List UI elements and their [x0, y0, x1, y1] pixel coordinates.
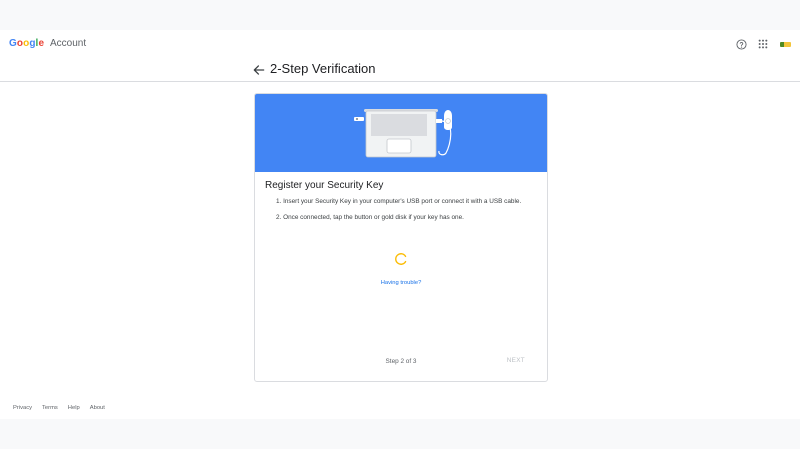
- footer: Privacy Terms Help About: [13, 404, 105, 412]
- usb-port: [436, 119, 442, 123]
- instruction-step: 2. Once connected, tap the button or gol…: [276, 213, 464, 221]
- usb-key-left-port: [356, 118, 358, 120]
- help-icon[interactable]: [734, 37, 748, 51]
- instruction-list: 1. Insert your Security Key in your comp…: [276, 198, 541, 229]
- laptop-keyboard: [371, 114, 427, 136]
- avatar-image: [779, 41, 791, 47]
- google-letter: G: [9, 38, 17, 49]
- google-account-logo[interactable]: Google Account: [9, 37, 86, 50]
- instruction-step: 1. Insert your Security Key in your comp…: [276, 198, 522, 205]
- footer-link-help[interactable]: Help: [68, 404, 80, 412]
- security-key-card: Register your Security Key 1. Insert you…: [254, 93, 548, 382]
- laptop-trackpad: [386, 138, 412, 154]
- card-title: Register your Security Key: [265, 180, 384, 191]
- footer-link-about[interactable]: About: [90, 404, 105, 412]
- page-title: 2-Step Verification: [270, 61, 376, 76]
- google-wordmark: Google: [9, 38, 47, 49]
- footer-link-privacy[interactable]: Privacy: [13, 404, 32, 412]
- top-bar: Google Account: [0, 30, 800, 58]
- having-trouble-link[interactable]: Having trouble?: [255, 279, 547, 287]
- step-indicator: Step 2 of 3: [385, 358, 417, 365]
- security-key: [444, 110, 452, 130]
- hero-banner: [255, 94, 547, 172]
- avatar[interactable]: [778, 37, 792, 51]
- page-header: 2-Step Verification: [0, 56, 800, 82]
- next-button[interactable]: NEXT: [505, 355, 527, 367]
- account-label: Account: [50, 38, 87, 49]
- loading-spinner-icon: [394, 252, 408, 266]
- back-arrow-icon[interactable]: [252, 63, 266, 77]
- footer-link-terms[interactable]: Terms: [42, 404, 58, 412]
- top-icons: [734, 37, 792, 51]
- google-letter: e: [38, 38, 45, 49]
- apps-grid-icon[interactable]: [756, 37, 770, 51]
- usb-key-left: [354, 117, 364, 121]
- page: Google Account 2-Step Verification Regis…: [0, 30, 800, 419]
- laptop-security-key-illustration: [354, 109, 452, 158]
